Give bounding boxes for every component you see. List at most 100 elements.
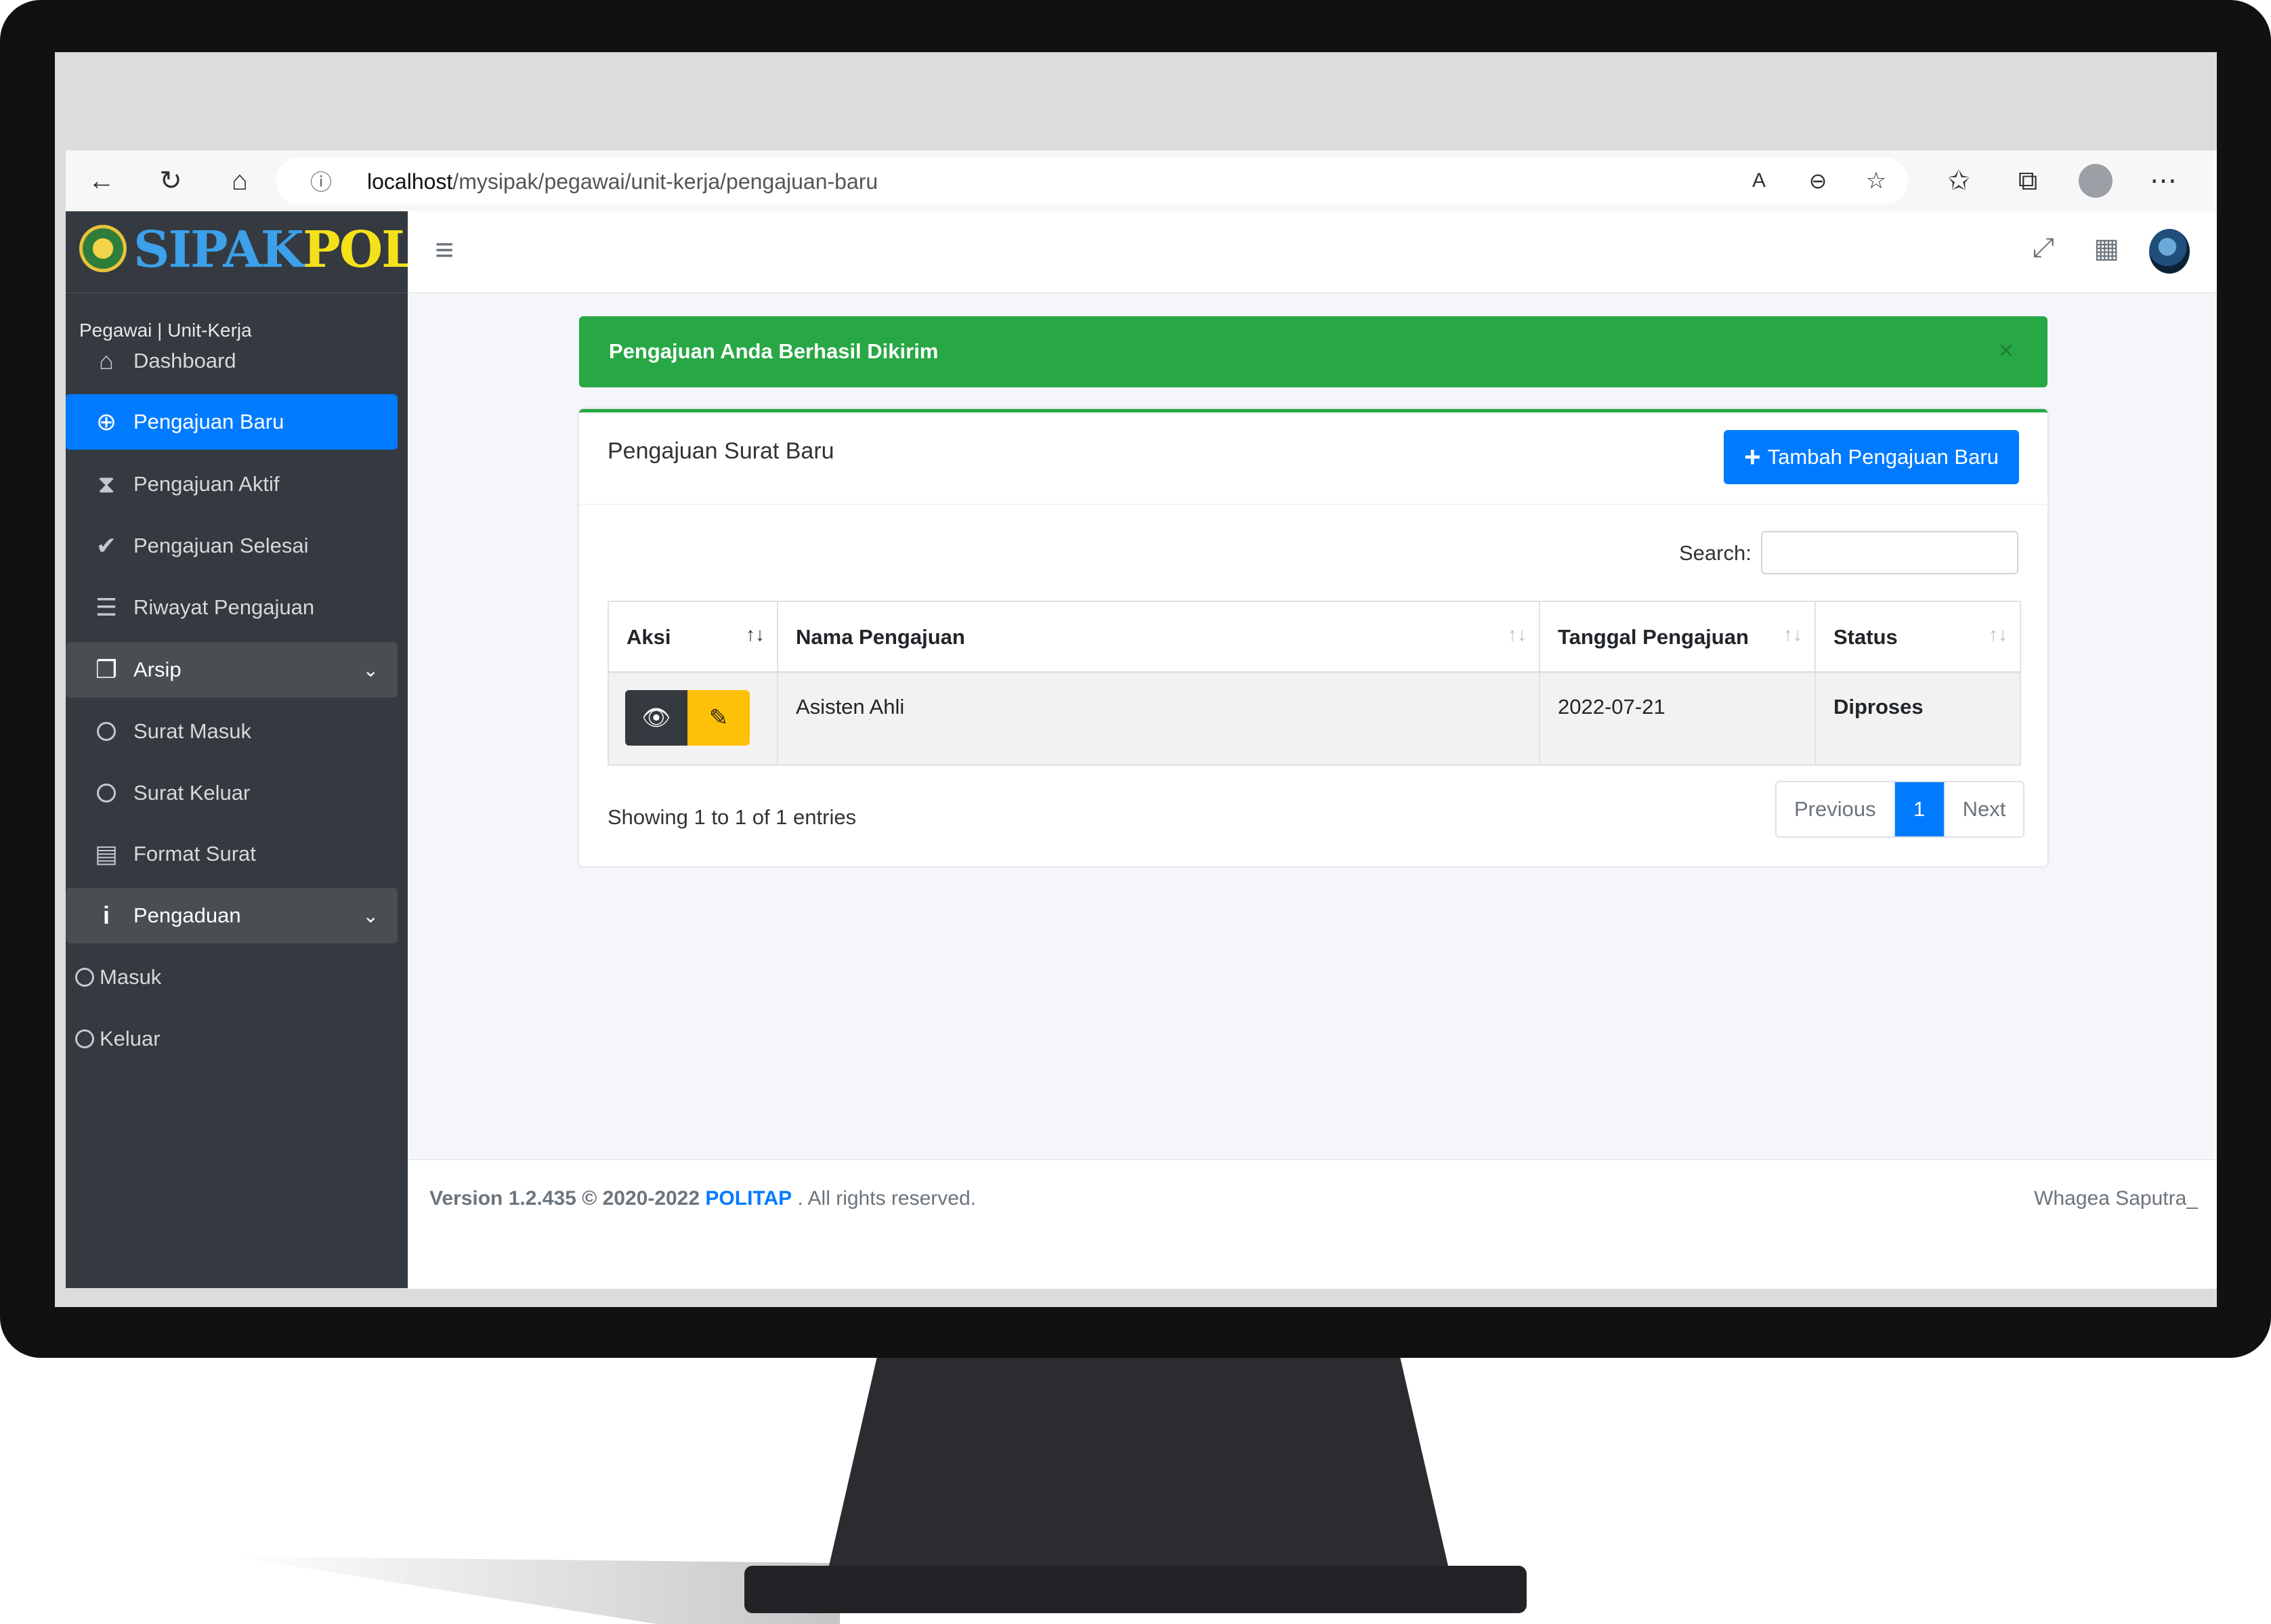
sidebar-item-label: Surat Masuk [133, 719, 252, 743]
edit-icon: ✎ [708, 705, 729, 731]
monitor-stand [827, 1358, 1450, 1575]
cell-value: 2022-07-21 [1558, 695, 1665, 719]
browser-window: ← ↻ ⌂ ⓘ localhost/mysipak/pegawai/unit-k… [66, 150, 2217, 1289]
card-title: Pengajuan Surat Baru [608, 438, 834, 464]
read-aloud-icon[interactable]: A [1741, 163, 1777, 199]
monitor-base [744, 1566, 1527, 1613]
sidebar-item-label: Keluar [100, 1027, 161, 1050]
plus-circle-icon: ⊕ [95, 408, 117, 435]
back-icon[interactable]: ← [83, 163, 120, 199]
grid-icon[interactable]: ▦ [2094, 233, 2119, 264]
column-header-tanggal[interactable]: Tanggal Pengajuan ↑↓ [1540, 602, 1816, 673]
table-cell-tanggal: 2022-07-21 [1540, 673, 1816, 765]
address-url: localhost/mysipak/pegawai/unit-kerja/pen… [367, 169, 878, 194]
success-alert: Pengajuan Anda Berhasil Dikirim × [579, 316, 2047, 387]
column-label: Status [1833, 625, 1898, 649]
footer-author: Whagea Saputra_ [2034, 1187, 2198, 1210]
address-bar[interactable]: ⓘ localhost/mysipak/pegawai/unit-kerja/p… [276, 157, 1908, 205]
sort-icon: ↑↓ [746, 624, 765, 645]
sidebar-item-surat-masuk[interactable]: Surat Masuk [66, 704, 396, 759]
list-icon: ☰ [95, 593, 118, 621]
next-button[interactable]: Next [1945, 782, 2024, 836]
view-button[interactable]: 👁 [625, 690, 687, 746]
sidebar-item-riwayat-pengajuan[interactable]: ☰ Riwayat Pengajuan [66, 580, 396, 635]
sidebar-item-keluar[interactable]: Keluar [66, 1011, 396, 1067]
avatar[interactable] [2149, 229, 2190, 274]
edit-button[interactable]: ✎ [687, 690, 750, 746]
profile-icon[interactable] [2077, 163, 2114, 199]
sort-icon: ↑↓ [1783, 624, 1802, 645]
circle-icon [86, 784, 127, 803]
app: SIPAKPOL Pegawai | Unit-Kerja ⌂ Dashboar… [66, 211, 2217, 1289]
footer: Version 1.2.435 © 2020-2022 POLITAP . Al… [408, 1159, 2217, 1289]
column-label: Tanggal Pengajuan [1558, 625, 1749, 649]
table-info: Showing 1 to 1 of 1 entries [608, 805, 857, 829]
column-header-status[interactable]: Status ↑↓ [1816, 602, 2020, 673]
archive-icon: ❐ [95, 656, 118, 683]
brand[interactable]: SIPAKPOL [66, 211, 417, 293]
monitor-screen: ← ↻ ⌂ ⓘ localhost/mysipak/pegawai/unit-k… [55, 52, 2217, 1307]
status-value: Diproses [1833, 695, 1924, 719]
card-header: Pengajuan Surat Baru + Tambah Pengajuan … [579, 412, 2047, 505]
submission-card: Pengajuan Surat Baru + Tambah Pengajuan … [579, 409, 2047, 866]
sidebar-item-dashboard[interactable]: ⌂ Dashboard [66, 333, 396, 389]
column-label: Nama Pengajuan [796, 625, 965, 649]
pagination: Previous 1 Next [1775, 781, 2025, 838]
circle-icon [66, 1029, 104, 1048]
sidebar-item-label: Arsip [133, 658, 182, 681]
sidebar-item-label: Riwayat Pengajuan [133, 595, 315, 619]
logo-icon [79, 225, 127, 272]
column-header-nama[interactable]: Nama Pengajuan ↑↓ [778, 602, 1540, 673]
monitor-frame: ← ↻ ⌂ ⓘ localhost/mysipak/pegawai/unit-k… [0, 0, 2271, 1358]
sidebar-item-label: Pengajuan Baru [133, 410, 284, 433]
page-1-button[interactable]: 1 [1893, 782, 1945, 836]
column-header-aksi[interactable]: Aksi ↑↓ [609, 602, 778, 673]
search-input[interactable] [1761, 531, 2018, 574]
chevron-down-icon: ⌄ [362, 659, 379, 681]
refresh-icon[interactable]: ↻ [152, 163, 189, 199]
sidebar-item-pengajuan-selesai[interactable]: ✔ Pengajuan Selesai [66, 518, 396, 574]
sidebar-item-pengajuan-aktif[interactable]: ⧗ Pengajuan Aktif [66, 456, 396, 512]
home-browser-icon[interactable]: ⌂ [221, 163, 258, 199]
close-icon[interactable]: × [1999, 337, 2014, 366]
hourglass-icon: ⧗ [98, 469, 115, 498]
favorites-icon[interactable]: ✩ [1940, 163, 1977, 199]
zoom-out-icon[interactable]: ⊖ [1800, 163, 1836, 199]
add-submission-label: Tambah Pengajuan Baru [1767, 445, 1999, 469]
more-menu-icon[interactable]: ⋯ [2145, 163, 2182, 199]
plus-icon: + [1744, 441, 1761, 473]
sidebar-item-label: Masuk [100, 965, 162, 989]
url-path: /mysipak/pegawai/unit-kerja/pengajuan-ba… [452, 169, 878, 194]
brand-part1: SIPAK [133, 221, 304, 279]
hamburger-menu-icon[interactable]: ≡ [435, 232, 454, 269]
sidebar-item-label: Pengajuan Selesai [133, 534, 309, 557]
footer-version: Version 1.2.435 © 2020-2022 [429, 1187, 700, 1210]
sidebar-item-pengajuan-baru[interactable]: ⊕ Pengajuan Baru [66, 394, 398, 450]
info-icon: i [102, 901, 110, 929]
previous-button[interactable]: Previous [1777, 782, 1894, 836]
sidebar-item-surat-keluar[interactable]: Surat Keluar [66, 765, 396, 821]
sidebar-item-format-surat[interactable]: ▤ Format Surat [66, 826, 396, 882]
footer-org-link[interactable]: POLITAP [705, 1187, 792, 1210]
home-icon: ⌂ [99, 347, 114, 375]
sidebar-item-masuk[interactable]: Masuk [66, 949, 396, 1005]
fullscreen-icon[interactable]: ⤢ [2033, 233, 2054, 263]
top-navbar: ≡ ⤢ ▦ [408, 211, 2217, 293]
add-submission-button[interactable]: + Tambah Pengajuan Baru [1724, 430, 2019, 484]
cell-value: Asisten Ahli [796, 695, 905, 719]
sidebar-item-arsip[interactable]: ❐ Arsip ⌄ [66, 642, 398, 698]
main-content: ≡ ⤢ ▦ Pengajuan Anda Berhasil Dikirim × … [408, 211, 2217, 1289]
sidebar-item-label: Pengajuan Aktif [133, 472, 280, 496]
column-label: Aksi [627, 625, 671, 649]
chevron-down-icon: ⌄ [362, 905, 379, 926]
sort-icon: ↑↓ [1508, 624, 1527, 645]
site-info-icon[interactable]: ⓘ [303, 163, 339, 199]
sidebar-item-pengaduan[interactable]: i Pengaduan ⌄ [66, 888, 398, 943]
collections-icon[interactable]: ⧉ [2010, 163, 2046, 199]
brand-part2: POL [303, 221, 417, 279]
circle-icon [86, 722, 127, 741]
circle-icon [66, 968, 104, 987]
add-favorite-icon[interactable]: ☆ [1858, 163, 1894, 199]
sidebar-item-label: Surat Keluar [133, 781, 251, 805]
table-cell-status: Diproses [1816, 673, 2020, 765]
